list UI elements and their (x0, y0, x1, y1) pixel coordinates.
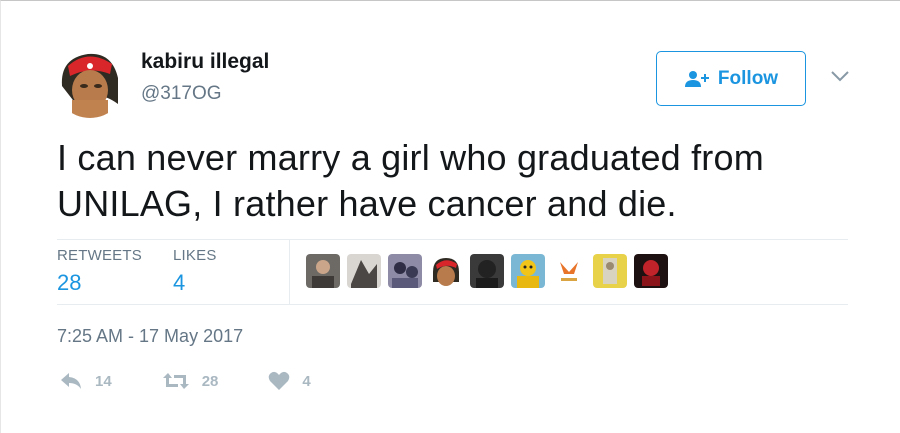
like-button[interactable]: 4 (268, 371, 311, 391)
user-handle[interactable]: @317OG (141, 83, 222, 105)
retweets-stat[interactable]: RETWEETS 28 (57, 247, 142, 296)
liker-avatar[interactable] (511, 254, 545, 288)
retweets-label: RETWEETS (57, 247, 142, 264)
chevron-down-icon[interactable] (829, 68, 851, 84)
add-user-icon (684, 70, 709, 87)
tweet-text: I can never marry a girl who graduated f… (57, 135, 857, 227)
tweet-actions: 14 28 4 (59, 371, 361, 391)
likes-label: LIKES (173, 247, 217, 264)
divider-bottom (57, 304, 848, 305)
liker-avatar[interactable] (552, 254, 586, 288)
liker-avatar[interactable] (593, 254, 627, 288)
likes-stat[interactable]: LIKES 4 (173, 247, 217, 296)
reply-icon (61, 373, 81, 389)
reply-count: 14 (95, 372, 112, 390)
liker-avatar[interactable] (634, 254, 668, 288)
liker-avatar[interactable] (429, 254, 463, 288)
follow-button[interactable]: Follow (656, 51, 806, 106)
retweets-value: 28 (57, 270, 82, 295)
stats-divider (289, 239, 290, 304)
likes-value: 4 (173, 270, 186, 295)
liker-avatars (306, 254, 668, 288)
reply-button[interactable]: 14 (59, 371, 112, 391)
liker-avatar[interactable] (306, 254, 340, 288)
retweet-icon (162, 373, 189, 389)
tweet-card: kabiru illegal @317OG Follow I can never… (0, 0, 900, 433)
retweet-button[interactable]: 28 (162, 371, 219, 391)
follow-label: Follow (717, 67, 779, 89)
user-name[interactable]: kabiru illegal (141, 50, 269, 74)
divider-top (57, 239, 848, 240)
retweet-count: 28 (201, 372, 219, 390)
liker-avatar[interactable] (347, 254, 381, 288)
liker-avatar[interactable] (388, 254, 422, 288)
avatar[interactable] (54, 46, 126, 118)
tweet-line-1: I can never marry a girl who graduated f… (57, 137, 764, 178)
like-count: 4 (302, 372, 311, 390)
heart-icon (269, 371, 290, 390)
tweet-timestamp[interactable]: 7:25 AM - 17 May 2017 (57, 326, 243, 347)
tweet-line-2: UNILAG, I rather have cancer and die. (57, 183, 677, 224)
liker-avatar[interactable] (470, 254, 504, 288)
